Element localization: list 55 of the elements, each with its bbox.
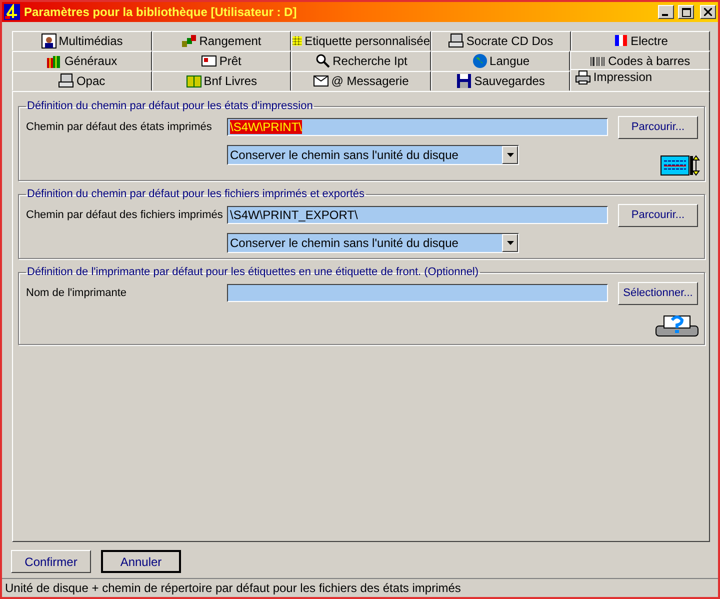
window-title: Paramètres pour la bibliothèque [Utilisateur : D] xyxy=(24,5,298,19)
group-title: Définition du chemin par défaut pour les états d'impression xyxy=(26,100,314,112)
tab[interactable]: Recherche Ipt xyxy=(291,51,431,71)
path-field[interactable]: \S4W\PRINT\ xyxy=(227,118,608,136)
blocks-icon xyxy=(181,33,198,49)
form-icon xyxy=(660,154,700,176)
search-icon xyxy=(314,53,331,69)
maximize-icon xyxy=(682,8,690,16)
field-label: Chemin par défaut des fichiers imprimés xyxy=(26,209,224,221)
tab[interactable]: Electre xyxy=(570,31,710,51)
tab[interactable]: Prêt xyxy=(152,51,292,71)
floppy-icon xyxy=(456,73,472,89)
gift-icon xyxy=(46,53,62,69)
book-icon xyxy=(186,73,202,89)
tab[interactable]: Socrate CD Dos xyxy=(431,31,570,51)
tab[interactable]: Etiquette personnalisée xyxy=(291,31,431,51)
field-label: Chemin par défaut des états imprimés xyxy=(26,121,213,133)
browse-button[interactable]: Parcourir... xyxy=(618,116,698,138)
path-field[interactable]: \S4W\PRINT_EXPORT\ xyxy=(227,206,608,224)
printer-icon xyxy=(575,70,592,86)
dropdown-arrow-icon xyxy=(506,153,514,157)
tab[interactable]: Codes à barres xyxy=(570,51,710,71)
computer-icon xyxy=(448,33,464,49)
tab[interactable]: Rangement xyxy=(152,31,291,51)
browse-button[interactable]: Sélectionner... xyxy=(618,282,698,304)
tab[interactable]: Multimédias xyxy=(12,31,152,51)
dialog-button[interactable]: Confirmer xyxy=(11,550,91,573)
status-text: Unité de disque + chemin de répertoire par défaut pour les fichiers des états imprimés xyxy=(2,578,718,597)
close-button[interactable] xyxy=(700,5,716,19)
tab[interactable]: Généraux xyxy=(12,51,152,71)
portrait-icon xyxy=(40,33,57,49)
group-title: Définition de l'imprimante par défaut pour les étiquettes en une étiquette de front. (Optionnel) xyxy=(26,266,480,278)
tab[interactable]: Opac xyxy=(12,71,152,91)
dropdown-arrow-icon xyxy=(506,241,514,245)
computer-icon xyxy=(58,73,74,89)
tab[interactable]: Sauvegardes xyxy=(430,71,570,91)
globe-icon xyxy=(472,53,488,69)
minimize-button[interactable] xyxy=(658,5,674,19)
browse-button[interactable]: Parcourir... xyxy=(618,204,698,226)
tab[interactable]: Langue xyxy=(430,51,570,71)
dropdown[interactable]: Conserver le chemin sans l'unité du disque xyxy=(227,233,519,253)
flag-icon xyxy=(612,33,629,49)
tab[interactable]: Impression xyxy=(570,69,710,91)
app-icon xyxy=(4,4,20,20)
path-field[interactable] xyxy=(227,284,608,302)
dropdown[interactable]: Conserver le chemin sans l'unité du disque xyxy=(227,145,519,165)
field-label: Nom de l'imprimante xyxy=(26,287,128,299)
envelope-icon xyxy=(313,73,330,89)
tab[interactable]: Bnf Livres xyxy=(152,71,292,91)
tab[interactable]: @ Messagerie xyxy=(291,71,431,91)
maximize-button[interactable] xyxy=(678,5,694,19)
card-icon xyxy=(201,53,218,69)
group-title: Définition du chemin par défaut pour les fichiers imprimés et exportés xyxy=(26,188,366,200)
dialog-button[interactable]: Annuler xyxy=(101,550,181,573)
close-icon xyxy=(704,8,712,16)
